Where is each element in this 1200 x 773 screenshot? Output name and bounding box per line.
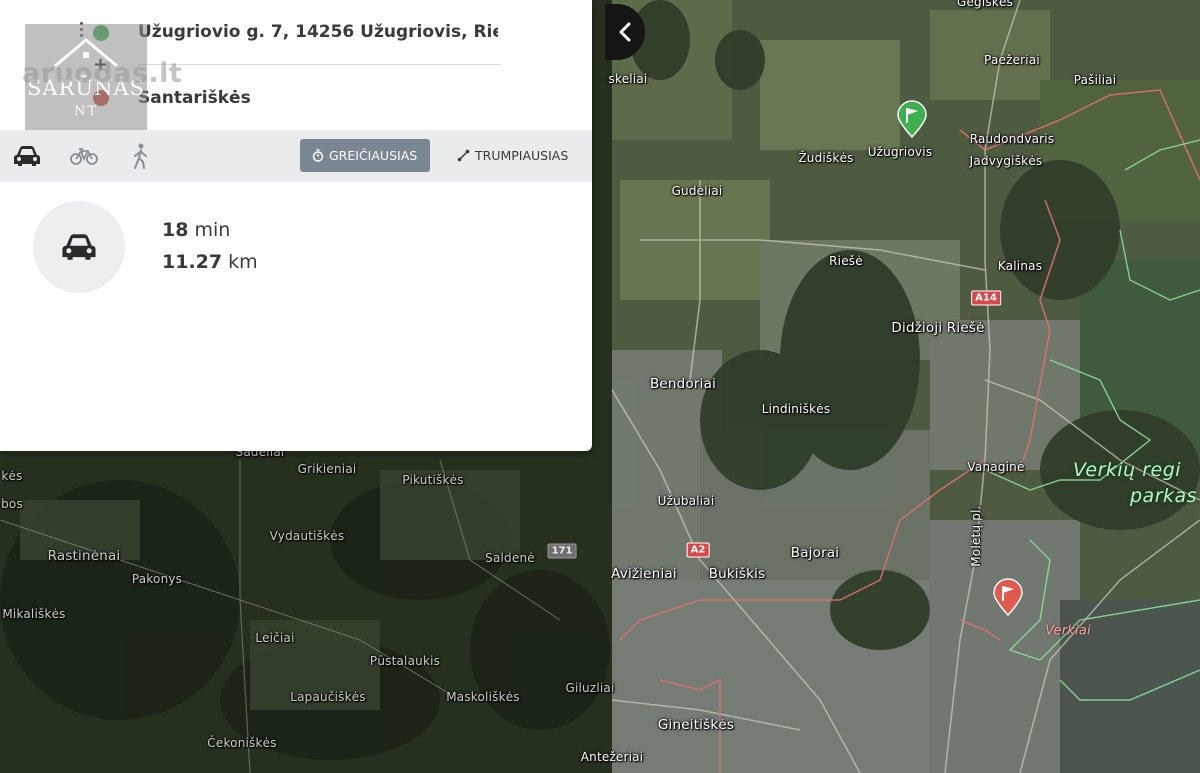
map-label-moletu-pl: Molėtų pl. — [969, 505, 983, 567]
route-from-field[interactable]: Užugriovio g. 7, 14256 Užugriovis, Riešė — [138, 22, 498, 42]
mode-car-button[interactable] — [12, 142, 42, 170]
map-label-park-line2: parkas — [1130, 485, 1198, 507]
start-flag-marker-icon[interactable] — [896, 100, 928, 138]
map-label-lindiniskes: Lindiniškės — [761, 402, 831, 416]
map-label-verkiai: Verkiai — [1045, 623, 1091, 639]
car-icon — [62, 234, 96, 260]
map-label-gineitiskes: Gineitiškės — [657, 717, 735, 733]
map-label-vanagine: Vanaginė — [967, 460, 1025, 474]
map-label-kalinas: Kalinas — [997, 259, 1043, 273]
map-label-lapauciskes: Lapaučiškės — [290, 690, 366, 704]
map-label-bendoriai: Bendoriai — [649, 376, 717, 392]
map-label-vydautiskes: Vydautiškės — [269, 529, 345, 543]
car-icon — [14, 146, 40, 166]
shortest-route-label: TRUMPIAUSIAS — [475, 148, 569, 163]
map-label-park-line1-text: Verkių regi — [1073, 459, 1182, 481]
duration-value: 18 — [162, 219, 189, 241]
map-label-leiciai: Leičiai — [255, 631, 295, 645]
result-distance: 11.27 km — [162, 251, 258, 273]
map-label-cekoniskes: Čekoniškės — [207, 736, 277, 750]
map-label-raudondvaris: Raudondvaris — [969, 132, 1055, 146]
map-label-uzubaliai: Užubaliai — [657, 494, 715, 508]
road-shield-171: 171 — [547, 543, 577, 559]
map-label-zudiskes: Žudiškės — [798, 151, 854, 165]
map-label-avizieniai: Avižieniai — [611, 566, 677, 582]
map-label-paezeriai: Paežeriai — [984, 53, 1040, 67]
map-label-bos: bos — [1, 497, 23, 511]
map-label-maskoliskes: Maskoliškės — [446, 690, 520, 704]
distance-value: 11.27 — [162, 251, 223, 273]
map-label-pasiliai: Pašiliai — [1073, 73, 1117, 87]
map-label-pakonys: Pakonys — [131, 572, 183, 586]
result-mode-badge — [33, 201, 125, 293]
walking-person-icon — [134, 143, 147, 169]
map-label-giluzliai: Giluzliai — [565, 681, 615, 695]
map-label-mikaliskes: Mikališkės — [2, 607, 66, 621]
result-duration: 18 min — [162, 219, 230, 241]
map-label-riese: Riešė — [829, 254, 863, 268]
end-flag-marker-icon[interactable] — [992, 578, 1024, 616]
watermark-sub: NT — [73, 104, 99, 119]
road-shield-a2: A2 — [686, 542, 710, 558]
route-to-field[interactable]: Santariškės — [138, 88, 251, 108]
watermark-site: aruodas.lt — [22, 58, 183, 89]
map-label-saldene: Saldenė — [485, 551, 535, 565]
map-label-uzugriovis: Užugriovis — [867, 145, 933, 159]
map-label-didzioji-riese: Didžioji Riešė — [891, 320, 985, 336]
chevron-left-icon — [619, 22, 631, 42]
duration-unit: min — [194, 219, 231, 241]
mode-walk-button[interactable] — [125, 142, 155, 170]
map-label-gegiskes: Gegiškės — [956, 0, 1014, 9]
map-label-grikieniai: Grikieniai — [297, 462, 357, 476]
ruler-path-icon — [457, 149, 470, 162]
distance-unit: km — [228, 251, 258, 273]
fastest-route-button[interactable]: GREIČIAUSIAS — [300, 139, 430, 172]
travel-mode-bar: GREIČIAUSIAS TRUMPIAUSIAS — [0, 130, 592, 182]
map-label-skeliai: skeliai — [608, 72, 648, 86]
bicycle-icon — [70, 148, 98, 165]
map-label-pikutiskes: Pikutiškės — [402, 473, 464, 487]
map-label-antezeriai: Antežeriai — [580, 750, 644, 764]
map-label-bukiskis: Bukiškis — [708, 566, 766, 582]
map-label-gudeliai: Gudeliai — [671, 184, 723, 198]
directions-panel: + Užugriovio g. 7, 14256 Užugriovis, Rie… — [0, 0, 592, 451]
mode-bike-button[interactable] — [69, 142, 99, 170]
map-label-kes: kės — [1, 469, 23, 483]
map-label-rastinenai: Rastinėnai — [47, 548, 121, 564]
map-label-bajorai: Bajorai — [790, 545, 840, 561]
stopwatch-icon — [312, 149, 324, 162]
route-divider — [138, 64, 501, 65]
shortest-route-button[interactable]: TRUMPIAUSIAS — [445, 139, 583, 172]
fastest-route-label: GREIČIAUSIAS — [329, 148, 418, 163]
road-shield-a14: A14 — [971, 290, 1001, 306]
map-label-jadvygiskes: Jadvygiškės — [969, 154, 1043, 168]
map-label-pustalaukis: Pūstalaukis — [369, 654, 441, 668]
